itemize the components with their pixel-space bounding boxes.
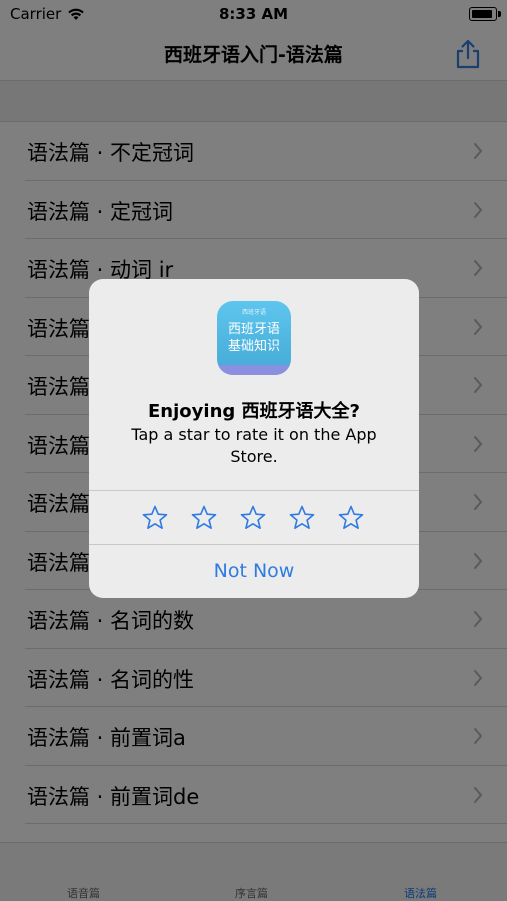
modal-overlay: 西班牙语 西班牙语 基础知识 Enjoying 西班牙语大全? Tap a st… bbox=[0, 0, 507, 900]
rating-alert: 西班牙语 西班牙语 基础知识 Enjoying 西班牙语大全? Tap a st… bbox=[89, 279, 419, 598]
alert-divider-top bbox=[89, 490, 419, 491]
not-now-button[interactable]: Not Now bbox=[89, 560, 419, 582]
star-icon[interactable] bbox=[190, 504, 218, 532]
star-icon[interactable] bbox=[141, 504, 169, 532]
alert-divider-bottom bbox=[89, 544, 419, 545]
star-icon[interactable] bbox=[239, 504, 267, 532]
app-icon-base bbox=[217, 365, 291, 375]
alert-title: Enjoying 西班牙语大全? bbox=[148, 401, 360, 422]
app-icon-line-1: 西班牙语 bbox=[227, 322, 280, 337]
app-icon: 西班牙语 西班牙语 基础知识 bbox=[217, 301, 291, 375]
star-icon[interactable] bbox=[337, 504, 365, 532]
star-rating bbox=[89, 504, 419, 546]
app-icon-line-2: 基础知识 bbox=[227, 339, 280, 354]
alert-message: Tap a star to rate it on the App Store. bbox=[131, 425, 377, 466]
star-icon[interactable] bbox=[288, 504, 316, 532]
app-icon-caption: 西班牙语 bbox=[241, 309, 266, 316]
app-icon-text: 西班牙语 基础知识 bbox=[217, 321, 291, 355]
